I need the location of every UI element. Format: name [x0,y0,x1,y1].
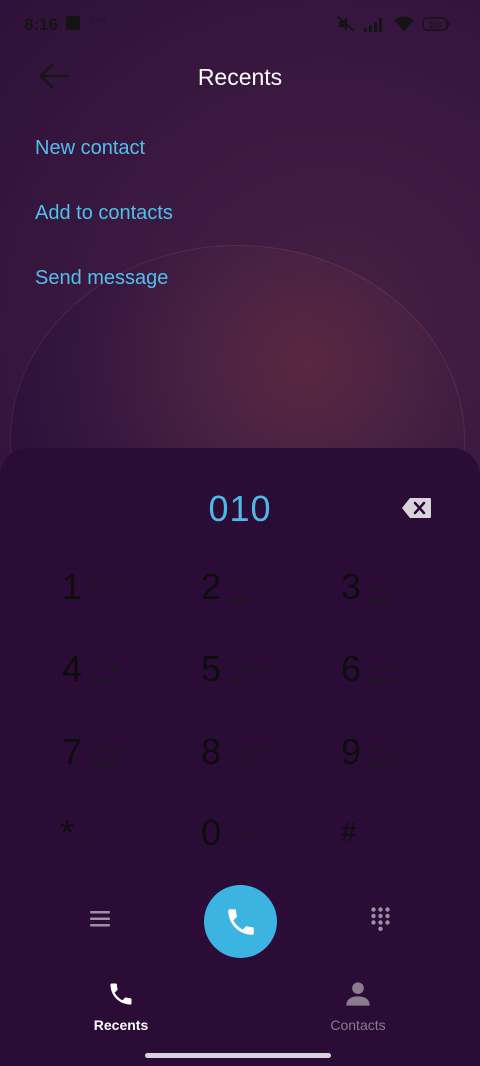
add-to-contacts-option[interactable]: Add to contacts [35,202,173,225]
battery-icon: 100 [422,17,450,31]
backspace-icon[interactable] [401,497,432,519]
notification-icon [66,16,80,30]
key-letters: P [87,836,95,847]
tab-recents[interactable]: Recents [61,980,181,1033]
phone-icon [227,908,254,935]
key-star[interactable]: * P [60,812,200,872]
key-digit: 5 [201,648,222,689]
tab-recents-label: Recents [93,1017,149,1033]
person-icon [346,982,370,1006]
signal-icon [364,18,382,32]
menu-list-icon[interactable] [90,909,110,929]
send-message-option[interactable]: Send message [35,267,168,290]
svg-text:100: 100 [428,21,442,30]
call-button[interactable] [204,885,277,958]
key-6[interactable]: 6 ㄘㄙㄚ MNO [341,648,480,708]
key-digit: # [341,816,357,847]
new-contact-option[interactable]: New contact [35,137,145,160]
key-2[interactable]: 2 ㄅㄆㄇㄈ ABC [201,566,341,626]
key-digit: 6 [341,648,362,689]
key-digit: 2 [201,566,222,607]
key-zhuyin: ㄟㄠㄡㄢ [228,747,272,758]
tab-contacts-label: Contacts [330,1017,386,1033]
key-zhuyin: ㄅㄆㄇㄈ [228,582,272,593]
key-5[interactable]: 5 ㄔㄕㄖㄗ JKL [201,648,341,708]
key-digit: 9 [341,731,362,772]
key-letters: ABC [228,594,254,606]
key-3[interactable]: 3 ㄉㄊㄋㄌ DEF [341,566,480,626]
key-hash[interactable]: # [341,812,480,872]
mute-icon [337,16,355,32]
key-zhuyin: ㄘㄙㄚ [368,664,401,675]
key-0[interactable]: 0 ˙ㄨㄩ + [201,812,341,872]
key-letters: MNO [368,676,397,688]
key-letters: WXYZ [368,759,404,771]
key-digit: 0 [201,812,222,853]
phone-tab-icon [110,983,132,1005]
key-zhuyin: ㄍㄎㄏㄐ [89,582,133,593]
key-4[interactable]: 4 ㄑㄒㄓ GHI [62,648,202,708]
key-zhuyin: ㄛㄜㄝㄞ [89,747,133,758]
key-7[interactable]: 7 ㄛㄜㄝㄞ PQRS [62,731,202,791]
status-time: 8:16 [24,15,59,34]
key-zhuyin: ㄔㄕㄖㄗ [228,664,272,675]
wifi-icon [394,16,414,31]
key-8[interactable]: 8 ㄟㄠㄡㄢ TUV [201,731,341,791]
key-letters: + [228,836,236,848]
key-digit: 3 [341,566,362,607]
key-digit: 1 [62,566,83,607]
status-bar: 8:16 ··· 100 [0,0,480,48]
key-letters: GHI [89,676,112,688]
key-digit: * [60,812,75,853]
key-1[interactable]: 1 ㄍㄎㄏㄐ [62,566,202,626]
home-indicator[interactable] [145,1053,331,1058]
more-notifications-icon: ··· [89,12,108,29]
key-letters: TUV [228,759,253,771]
key-letters: JKL [228,676,250,688]
key-digit: 7 [62,731,83,772]
tab-contacts[interactable]: Contacts [298,980,418,1033]
key-letters: PQRS [89,759,125,771]
key-letters: DEF [368,594,393,606]
key-zhuyin: ㄉㄊㄋㄌ [368,582,412,593]
key-digit: 8 [201,731,222,772]
key-zhuyin: ㄣㄤㄥㄦㄧ [368,747,423,758]
page-title: Recents [197,64,283,90]
key-9[interactable]: 9 ㄣㄤㄥㄦㄧ WXYZ [341,731,480,791]
key-digit: 4 [62,648,83,689]
key-zhuyin: ㄑㄒㄓ [89,664,122,675]
dialpad-icon[interactable] [371,907,390,931]
